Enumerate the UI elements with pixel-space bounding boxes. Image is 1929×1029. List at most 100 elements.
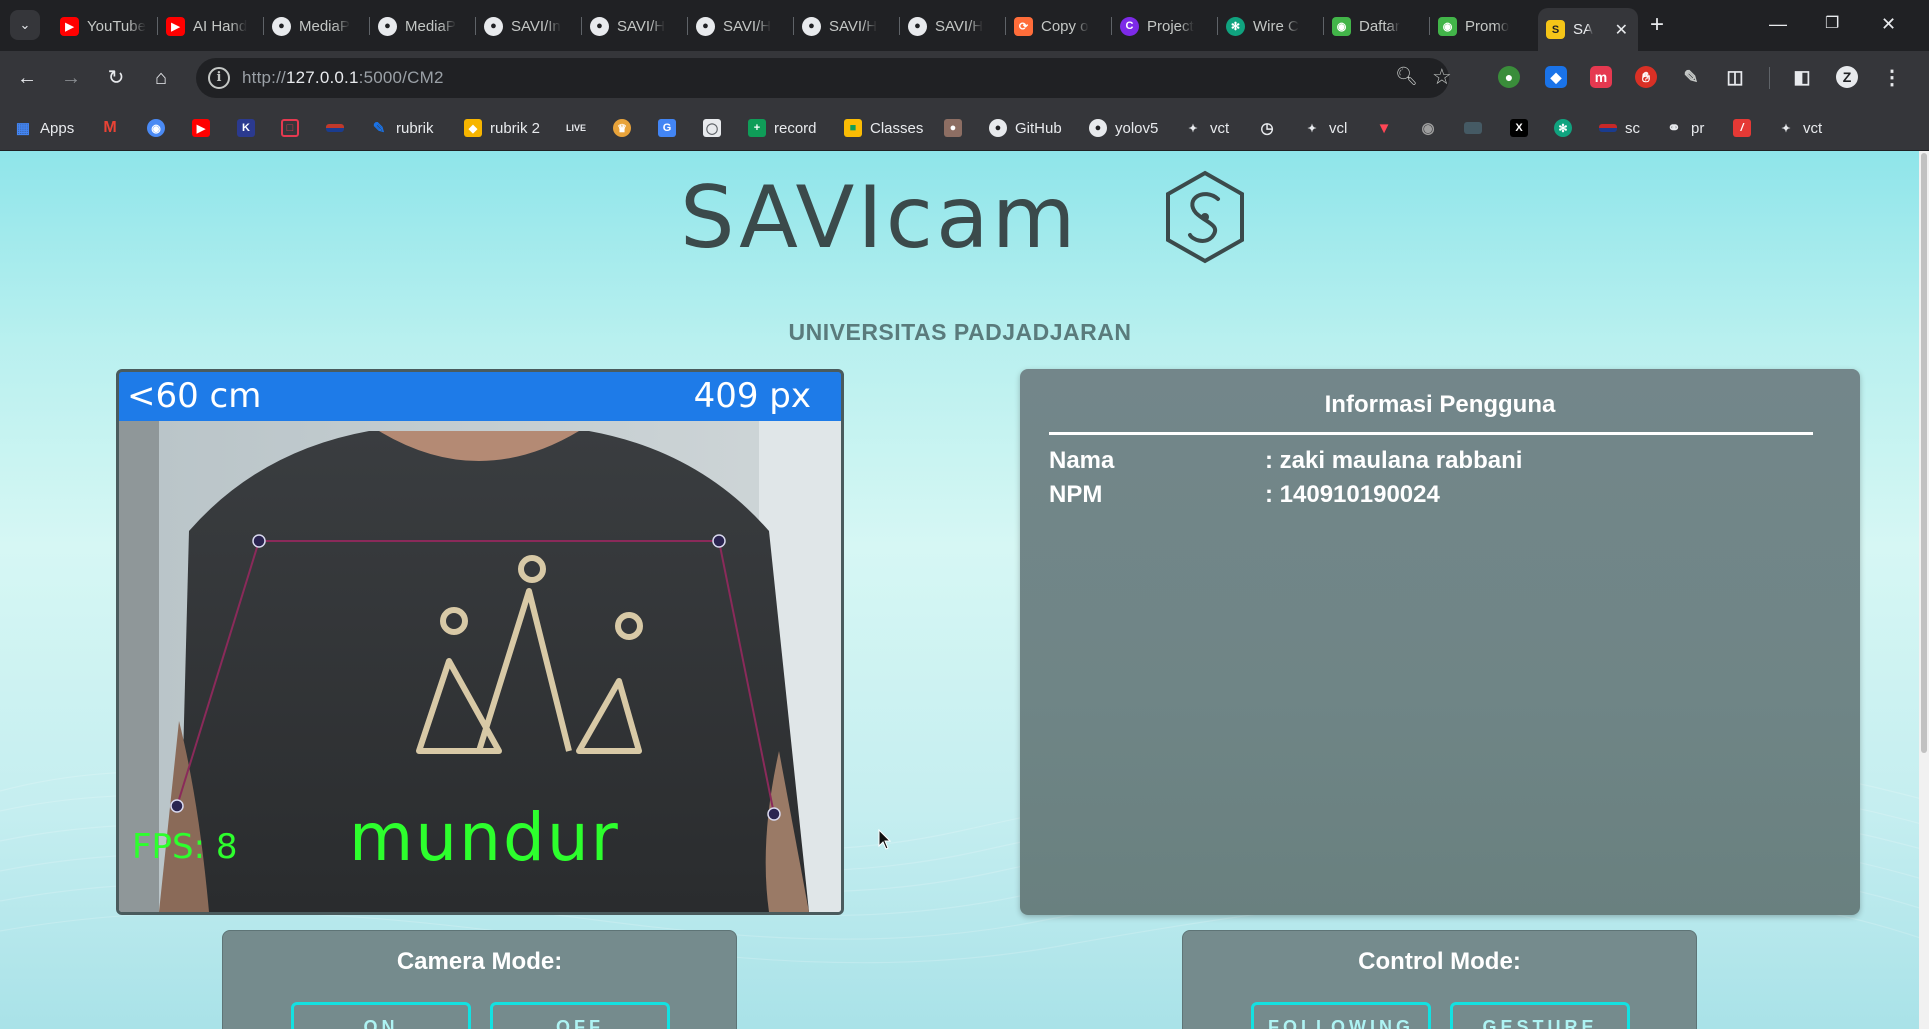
home-icon[interactable]: ⌂: [147, 64, 175, 92]
adobe-icon: /: [1733, 119, 1751, 137]
classroom-icon: ■: [844, 119, 862, 137]
tab-daftar[interactable]: ◉ Daftar: [1324, 8, 1430, 44]
bookmark-crown[interactable]: ♛: [613, 117, 631, 139]
tab-savicam-active[interactable]: S SA ✕: [1538, 8, 1638, 51]
bookmark-record[interactable]: + record: [748, 117, 817, 139]
address-bar[interactable]: i http://127.0.0.1:5000/CM2 🔍︎ ☆: [196, 58, 1452, 98]
browser-toolbar: ← → ↻ ⌂ i http://127.0.0.1:5000/CM2 🔍︎ ☆…: [0, 51, 1929, 105]
bookmark-sc[interactable]: sc: [1599, 117, 1640, 139]
info-key: NPM: [1049, 481, 1103, 508]
bookmark-bot[interactable]: ◉: [147, 117, 165, 139]
bookmark-lens[interactable]: ◯: [703, 117, 721, 139]
scrollbar-thumb[interactable]: [1921, 153, 1927, 753]
bookmark-apps[interactable]: ▦ Apps: [14, 117, 74, 139]
bookmark-vct-1[interactable]: ✦ vct: [1184, 117, 1229, 139]
bookmark-github[interactable]: ● GitHub: [989, 117, 1062, 139]
tab-mediapipe-2[interactable]: ● MediaP: [370, 8, 476, 44]
tab-savi-h-4[interactable]: ● SAVI/H: [900, 8, 1006, 44]
bookmark-vcl[interactable]: ✦ vcl: [1303, 117, 1347, 139]
info-value: : zaki maulana rabbani: [1265, 447, 1523, 474]
tab-project[interactable]: C Project: [1112, 8, 1218, 44]
clock-icon: ◷: [1260, 120, 1274, 137]
chatgpt-icon: ✻: [1554, 119, 1572, 137]
tab-savi-h-2[interactable]: ● SAVI/H: [688, 8, 794, 44]
bookmark-youtube[interactable]: ▶: [192, 117, 210, 139]
tab-strip: ⌄ ▶ YouTube ▶ AI Hand ● MediaP ● MediaP …: [0, 0, 1929, 51]
tab-promo[interactable]: ◉ Promo: [1430, 8, 1536, 44]
youtube-icon: ▶: [166, 16, 185, 36]
extension-globe-icon[interactable]: ●: [1498, 66, 1520, 88]
github-icon: ●: [590, 16, 609, 36]
url-text[interactable]: http://127.0.0.1:5000/CM2: [242, 68, 444, 88]
tab-copy-of[interactable]: ⟳ Copy o: [1006, 8, 1112, 44]
live-icon: LIVE: [566, 123, 587, 133]
bookmark-classes[interactable]: ■ Classes: [844, 117, 923, 139]
restore-icon[interactable]: ❐: [1825, 12, 1839, 36]
window-close-icon[interactable]: ✕: [1881, 12, 1896, 36]
bookmark-rubrik-2[interactable]: ◆ rubrik 2: [464, 117, 540, 139]
extension-hand-icon[interactable]: ✋︎: [1635, 66, 1657, 88]
camera-on-button[interactable]: ON: [291, 1002, 471, 1029]
flag-icon: [326, 124, 344, 132]
slides-icon: □: [281, 119, 299, 137]
bot-icon: ◉: [147, 119, 165, 137]
bookmark-clock[interactable]: ◷: [1258, 117, 1276, 139]
gesture-mode-button[interactable]: GESTURE: [1450, 1002, 1630, 1029]
close-tab-icon[interactable]: ✕: [1615, 20, 1628, 40]
tab-mediapipe-1[interactable]: ● MediaP: [264, 8, 370, 44]
bookmark-panda[interactable]: ◉: [1419, 117, 1437, 139]
bookmark-yolov5[interactable]: ● yolov5: [1089, 117, 1158, 139]
savicam-icon: S: [1546, 20, 1565, 39]
extension-shield-icon[interactable]: ◆: [1545, 66, 1567, 88]
bookmark-vct-2[interactable]: ✦ vct: [1777, 117, 1822, 139]
minimize-icon[interactable]: —: [1769, 12, 1787, 36]
tab-savi-h-1[interactable]: ● SAVI/H: [582, 8, 688, 44]
tab-savi-in[interactable]: ● SAVI/In: [476, 8, 582, 44]
tab-ai-hand[interactable]: ▶ AI Hand: [158, 8, 264, 44]
tab-search-chevron-icon[interactable]: ⌄: [10, 10, 40, 40]
new-tab-icon[interactable]: +: [1650, 12, 1664, 38]
bookmark-k[interactable]: K: [237, 117, 255, 139]
bookmark-x[interactable]: X: [1510, 117, 1528, 139]
extension-m-icon[interactable]: m: [1590, 66, 1612, 88]
bookmark-image[interactable]: ●: [944, 117, 962, 139]
extensions-puzzle-icon[interactable]: ◫: [1724, 66, 1746, 88]
control-mode-panel: Control Mode: FOLLOWING GESTURE: [1182, 930, 1697, 1029]
bookmark-live[interactable]: LIVE: [566, 117, 587, 139]
savicam-page: SAVIcam UNIVERSITAS PADJADJARAN <60 cm 4…: [0, 151, 1929, 1029]
tab-youtube[interactable]: ▶ YouTube: [52, 8, 158, 44]
extension-eyedropper-icon[interactable]: ✎: [1680, 66, 1702, 88]
page-scrollbar[interactable]: [1919, 151, 1929, 1029]
back-icon[interactable]: ←: [13, 64, 41, 92]
sketch-icon: ◆: [464, 119, 482, 137]
following-mode-button[interactable]: FOLLOWING: [1251, 1002, 1431, 1029]
menu-kebab-icon[interactable]: ⋮: [1881, 66, 1903, 89]
tab-savi-h-3[interactable]: ● SAVI/H: [794, 8, 900, 44]
chatgpt-icon: ✻: [1226, 16, 1245, 36]
fps-label: FPS: 8: [132, 827, 238, 867]
bookmark-flag[interactable]: [326, 117, 344, 139]
bookmark-pr[interactable]: ⚭ pr: [1665, 117, 1704, 139]
university-title: UNIVERSITAS PADJADJARAN: [788, 319, 1132, 345]
forward-icon[interactable]: →: [57, 64, 85, 92]
site-info-icon[interactable]: i: [208, 67, 230, 89]
bookmark-slides[interactable]: □: [281, 117, 299, 139]
bookmark-gmail[interactable]: M: [101, 117, 119, 139]
bookmark-diamond[interactable]: ▼: [1375, 117, 1393, 139]
bookmark-star-icon[interactable]: ☆: [1432, 64, 1452, 90]
bookmark-rubrik[interactable]: ✎ rubrik: [370, 117, 434, 139]
camera-off-button[interactable]: OFF: [490, 1002, 670, 1029]
zoom-icon[interactable]: 🔍︎: [1395, 66, 1418, 87]
side-panel-icon[interactable]: ◧: [1791, 66, 1813, 88]
bookmark-translate[interactable]: G: [658, 117, 676, 139]
tokopedia-icon: ◉: [1438, 16, 1457, 36]
bookmark-chatgpt[interactable]: ✻: [1554, 117, 1572, 139]
bookmark-adobe[interactable]: /: [1733, 117, 1751, 139]
profile-avatar-icon[interactable]: Z: [1836, 66, 1858, 88]
tab-wire[interactable]: ✻ Wire C: [1218, 8, 1324, 44]
apps-grid-icon: ▦: [15, 120, 31, 137]
reload-icon[interactable]: ↻: [102, 64, 130, 92]
github-icon: ●: [696, 16, 715, 36]
gmail-icon: M: [103, 119, 117, 136]
bookmark-tank[interactable]: [1464, 117, 1482, 139]
